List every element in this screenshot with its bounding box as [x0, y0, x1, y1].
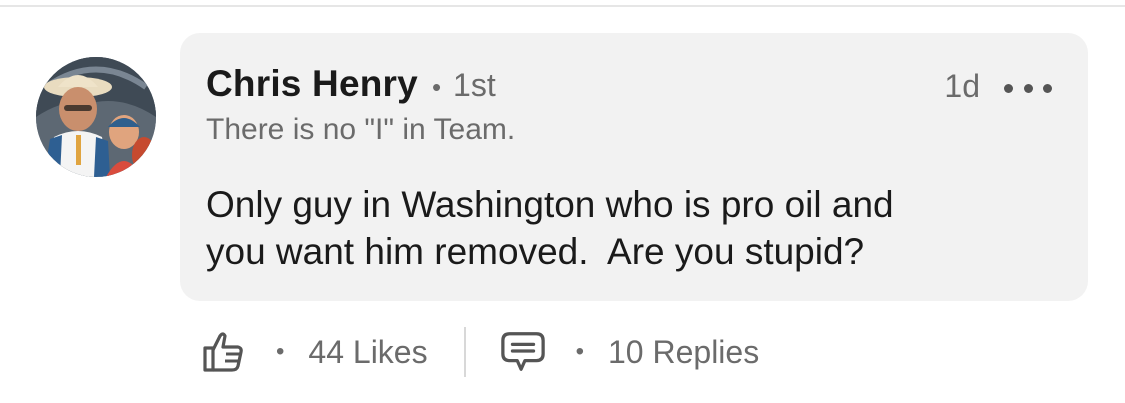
- separator-dot: •: [431, 72, 442, 102]
- author-row: Chris Henry • 1st: [206, 63, 496, 105]
- top-divider: [0, 5, 1125, 7]
- more-options-icon[interactable]: [1004, 73, 1052, 103]
- comment-bubble: Chris Henry • 1st 1d There is no "I" in …: [180, 33, 1088, 301]
- comment-bubble-icon[interactable]: [500, 329, 546, 375]
- likes-count[interactable]: 44 Likes: [308, 334, 427, 371]
- separator-dot: •: [575, 338, 584, 365]
- comment-timestamp: 1d: [944, 68, 980, 104]
- action-divider: [463, 327, 466, 377]
- comment-thread: Chris Henry • 1st 1d There is no "I" in …: [0, 0, 1125, 403]
- replies-count[interactable]: 10 Replies: [608, 334, 759, 371]
- comment-text: Only guy in Washington who is pro oil an…: [206, 184, 894, 272]
- avatar[interactable]: [36, 57, 156, 177]
- author-name[interactable]: Chris Henry: [206, 63, 418, 105]
- thumbs-up-icon[interactable]: [200, 329, 246, 375]
- profile-photo-icon: [36, 57, 156, 177]
- author-headline: There is no "I" in Team.: [206, 113, 516, 146]
- dot: [1023, 83, 1033, 93]
- comment-actions: • 44 Likes • 10 Replies: [200, 322, 759, 382]
- dot: [1043, 83, 1052, 93]
- dot: [1004, 83, 1013, 93]
- separator-dot: •: [276, 338, 285, 365]
- connection-degree: 1st: [453, 67, 496, 103]
